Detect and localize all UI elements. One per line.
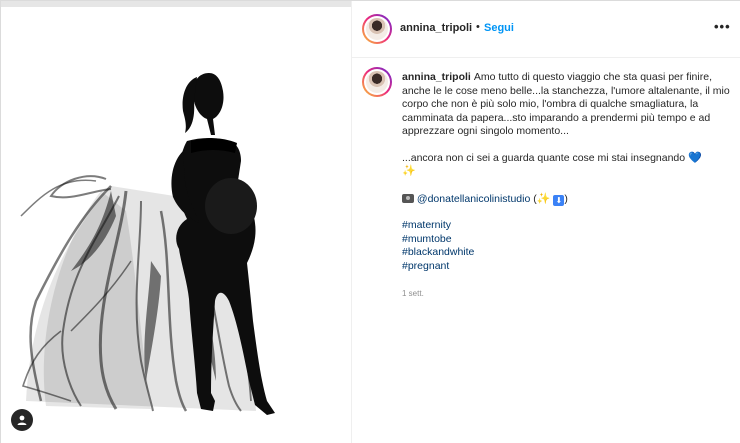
caption-line2: ...ancora non ci sei a guarda quante cos… (402, 152, 732, 179)
caption: annina_tripoli Amo tutto di questo viaggi… (402, 71, 732, 273)
sparkles-icon: ✨ (402, 165, 416, 177)
follow-button[interactable]: Segui (484, 22, 514, 34)
more-options-icon[interactable]: ••• (714, 19, 731, 34)
sparkles-icon: ✨ (536, 192, 551, 205)
post-timestamp[interactable]: 1 sett. (402, 289, 424, 298)
hashtag-link[interactable]: #blackandwhite (402, 246, 732, 260)
download-box-icon: ⬇ (553, 194, 565, 206)
credit-mention-link[interactable]: @donatellanicolinistudio (417, 193, 530, 205)
credit-close: ) (564, 192, 568, 205)
maternity-photo-image (1, 1, 351, 443)
hashtag-link[interactable]: #pregnant (402, 260, 732, 274)
hashtag-list: #maternity #mumtobe #blackandwhite #preg… (402, 219, 732, 273)
caption-line2-text: ...ancora non ci sei a guarda quante cos… (402, 151, 686, 164)
hashtag-link[interactable]: #mumtobe (402, 233, 732, 247)
user-tag-button[interactable] (11, 409, 33, 431)
post-photo[interactable] (1, 1, 351, 443)
hashtag-link[interactable]: #maternity (402, 219, 732, 233)
caption-username[interactable]: annina_tripoli (402, 71, 471, 83)
avatar[interactable] (362, 14, 392, 44)
separator-dot: • (476, 21, 480, 33)
caption-avatar[interactable] (362, 67, 392, 97)
post-header: annina_tripoli • Segui ••• (352, 1, 740, 58)
post-modal: annina_tripoli • Segui ••• annina_tripol… (0, 0, 740, 443)
post-sidebar: annina_tripoli • Segui ••• annina_tripol… (351, 1, 740, 443)
header-username[interactable]: annina_tripoli (400, 22, 472, 34)
user-tag-icon (17, 415, 27, 425)
camera-icon (402, 193, 414, 203)
photo-credit: @donatellanicolinistudio (✨ ⬇) (402, 193, 732, 207)
blue-heart-icon: 💙 (688, 151, 702, 164)
caption-paragraph: annina_tripoli Amo tutto di questo viaggi… (402, 71, 732, 139)
